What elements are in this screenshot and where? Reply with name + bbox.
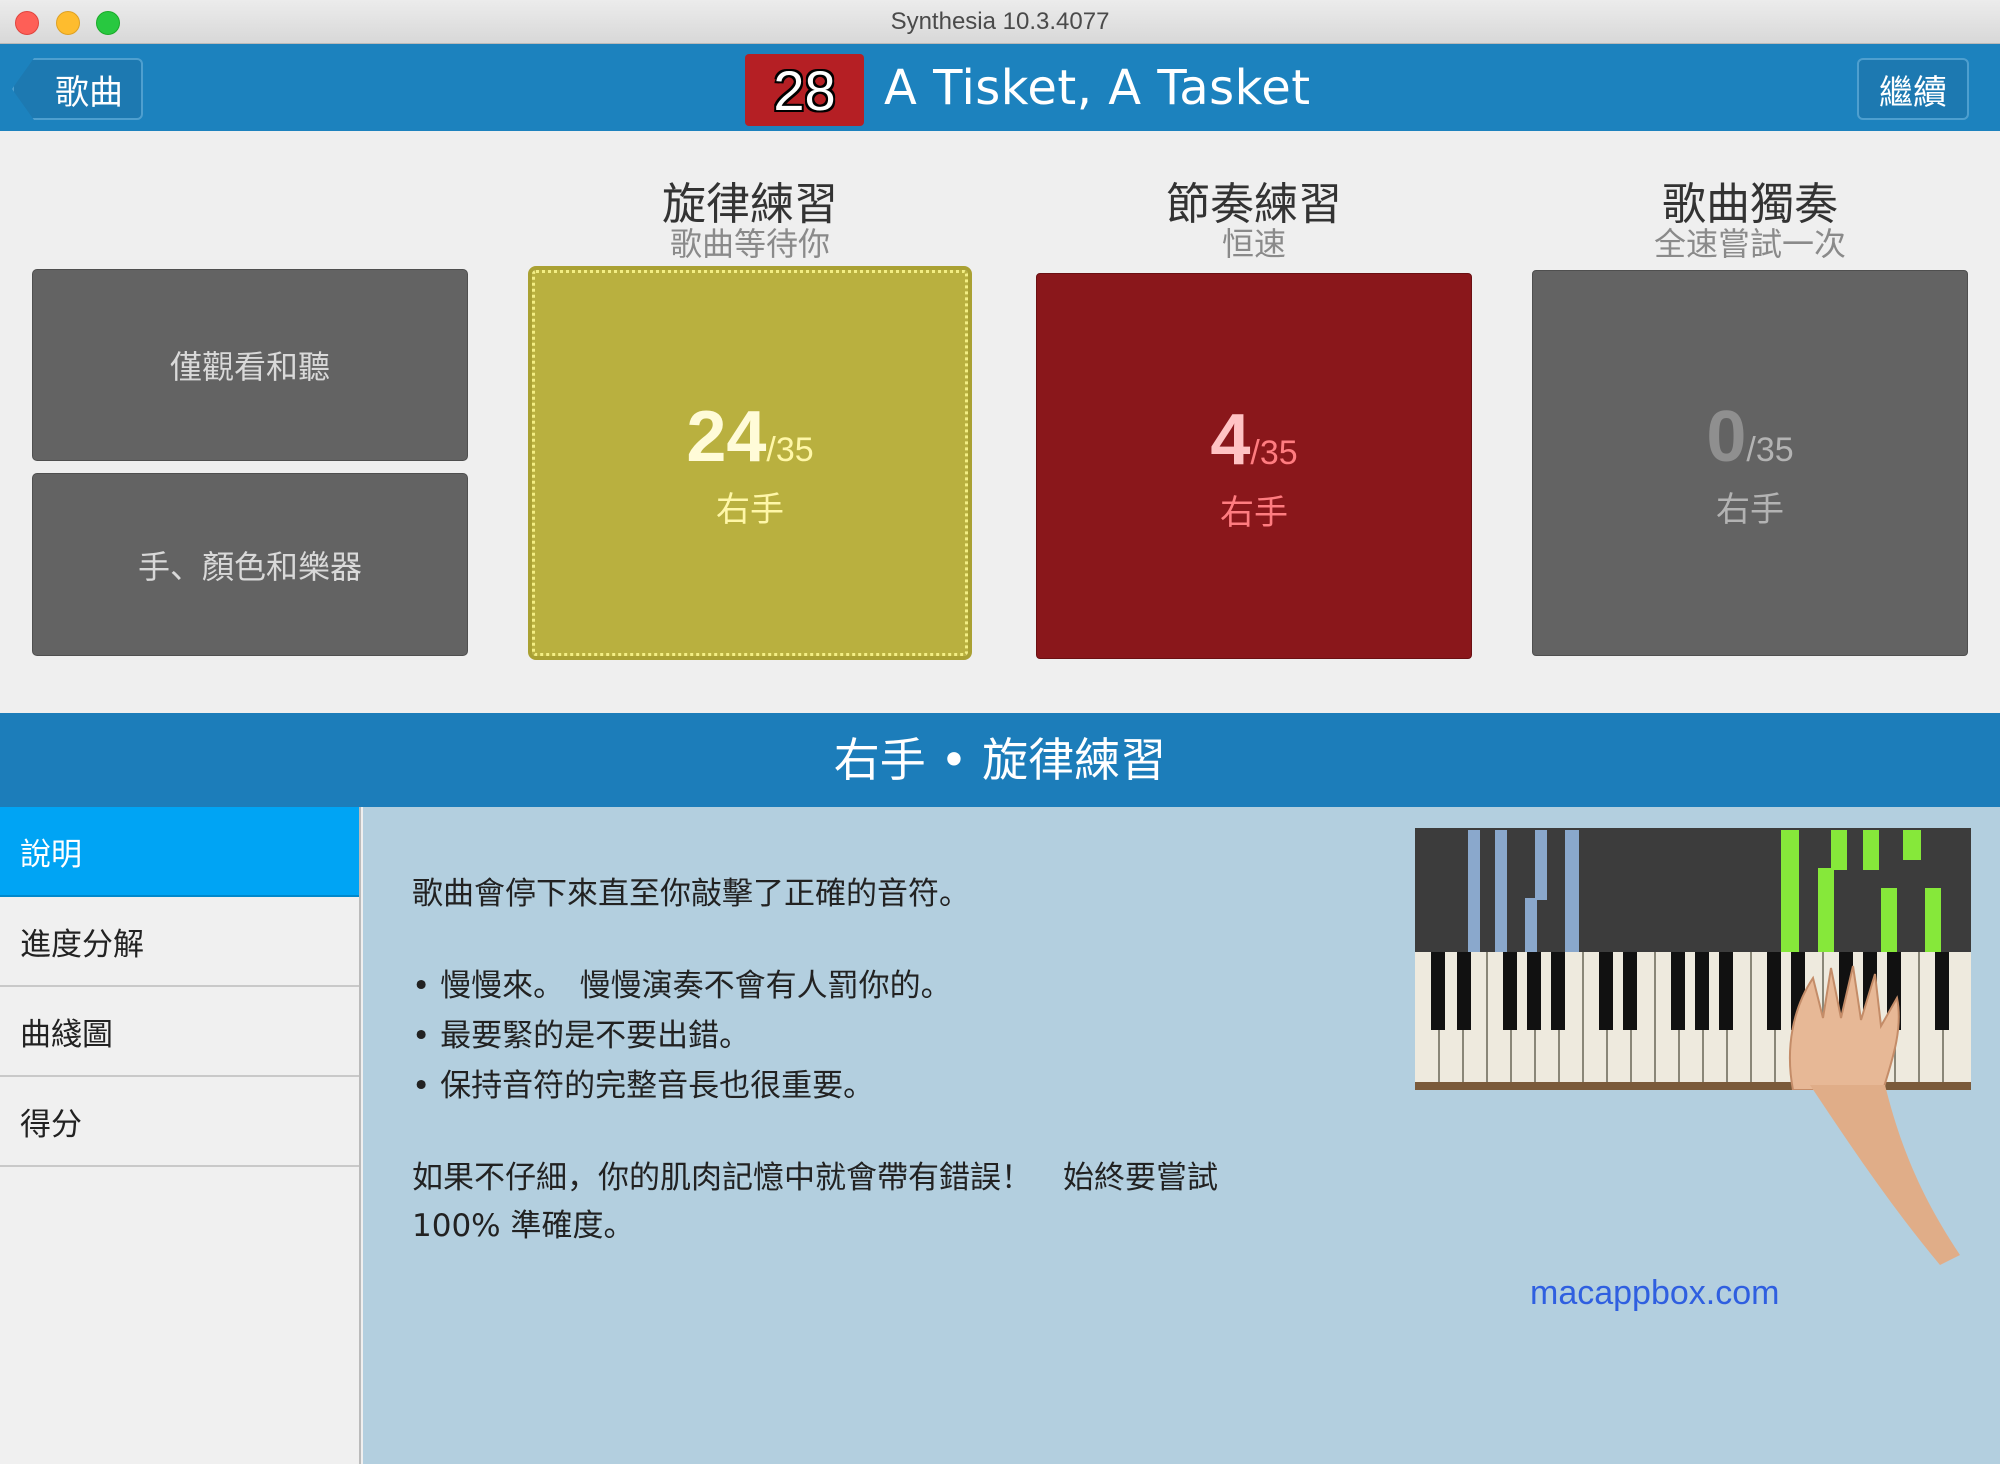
recital-score: 0/35 bbox=[1706, 396, 1793, 478]
hands-colors-instruments-button[interactable]: 手、顏色和樂器 bbox=[32, 473, 468, 656]
melody-score-value: 24 bbox=[686, 396, 767, 477]
recital-score-total: /35 bbox=[1746, 430, 1794, 469]
tip-bullet-1: • 慢慢來。 慢慢演奏不會有人罰你的。 bbox=[412, 968, 952, 1004]
recital-hand-label: 右手 bbox=[1716, 489, 1784, 530]
melody-practice-card[interactable]: 24/35 右手 bbox=[528, 266, 972, 660]
sidebar-item-label: 曲綫圖 bbox=[20, 1016, 113, 1053]
warning-line-1: 如果不仔細，你的肌肉記憶中就會帶有錯誤！ 始終要嘗試 bbox=[412, 1160, 1218, 1196]
song-header: 歌曲 28 A Tisket, A Tasket 繼續 bbox=[0, 44, 2000, 131]
sidebar-item-label: 得分 bbox=[20, 1106, 82, 1143]
rhythm-hand-label: 右手 bbox=[1220, 492, 1288, 533]
sidebar-item-description[interactable]: 說明 bbox=[0, 807, 359, 897]
window-title-bar: Synthesia 10.3.4077 bbox=[0, 0, 2000, 44]
sidebar-item-progress[interactable]: 進度分解 bbox=[0, 897, 359, 987]
rhythm-practice-card[interactable]: 4/35 右手 bbox=[1036, 273, 1472, 659]
melody-score: 24/35 bbox=[686, 396, 813, 478]
melody-hand-label: 右手 bbox=[716, 489, 784, 530]
rhythm-score-total: /35 bbox=[1250, 433, 1298, 472]
song-recital-card[interactable]: 0/35 右手 bbox=[1532, 270, 1968, 656]
warning-line-2: 100% 準確度。 bbox=[412, 1208, 635, 1244]
rhythm-score: 4/35 bbox=[1210, 399, 1297, 481]
recital-score-value: 0 bbox=[1706, 396, 1747, 477]
melody-practice-subtitle: 歌曲等待你 bbox=[669, 225, 830, 263]
difficulty-level-badge: 28 bbox=[745, 54, 864, 126]
hand-arm-illustration bbox=[1810, 1085, 1960, 1265]
song-title: A Tisket, A Tasket bbox=[884, 60, 1311, 116]
watermark-text: macappbox.com bbox=[1530, 1274, 1780, 1312]
sidebar-item-label: 說明 bbox=[20, 836, 82, 873]
rhythm-score-value: 4 bbox=[1210, 399, 1251, 480]
song-recital-subtitle: 全速嘗試一次 bbox=[1653, 225, 1846, 263]
section-title: 右手 • 旋律練習 bbox=[0, 713, 2000, 807]
sidebar-item-label: 進度分解 bbox=[20, 926, 144, 963]
continue-button[interactable]: 繼續 bbox=[1857, 58, 1969, 120]
sidebar-item-score[interactable]: 得分 bbox=[0, 1077, 359, 1167]
piano-practice-illustration bbox=[1413, 828, 1973, 1090]
rhythm-practice-subtitle: 恒速 bbox=[1221, 225, 1286, 263]
tip-bullet-2: • 最要緊的是不要出錯。 bbox=[412, 1018, 751, 1054]
watch-and-listen-button[interactable]: 僅觀看和聽 bbox=[32, 269, 468, 461]
info-sidebar: 說明 進度分解 曲綫圖 得分 bbox=[0, 807, 361, 1464]
hands-colors-instruments-label: 手、顏色和樂器 bbox=[137, 547, 362, 586]
intro-text: 歌曲會停下來直至你敲擊了正確的音符。 bbox=[412, 876, 970, 912]
back-to-songs-button[interactable]: 歌曲 bbox=[12, 58, 143, 120]
window-title: Synthesia 10.3.4077 bbox=[890, 8, 1110, 35]
sidebar-item-graph[interactable]: 曲綫圖 bbox=[0, 987, 359, 1077]
back-button-label: 歌曲 bbox=[55, 72, 123, 113]
tip-bullet-3: • 保持音符的完整音長也很重要。 bbox=[412, 1068, 875, 1104]
continue-button-label: 繼續 bbox=[1879, 72, 1947, 113]
level-number: 28 bbox=[773, 58, 836, 122]
melody-score-total: /35 bbox=[766, 430, 814, 469]
watch-and-listen-label: 僅觀看和聽 bbox=[169, 348, 330, 386]
